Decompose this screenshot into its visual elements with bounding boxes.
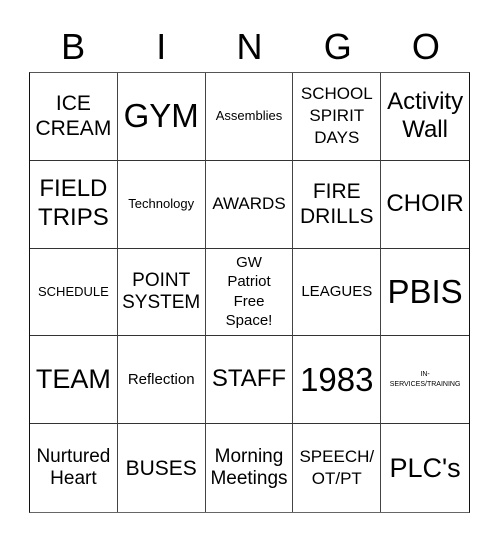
bingo-cell[interactable]: Morning Meetings xyxy=(206,424,294,512)
cell-text: PBIS xyxy=(387,273,463,311)
cell-text: GYM xyxy=(123,97,199,135)
bingo-cell[interactable]: Activity Wall xyxy=(381,73,469,161)
cell-text: IN- SERVICES/TRAINING xyxy=(389,370,461,388)
bingo-cell[interactable]: CHOIR xyxy=(381,161,469,249)
cell-text: Activity Wall xyxy=(387,87,464,144)
cell-text: SCHEDULE xyxy=(38,283,109,299)
bingo-cell[interactable]: Technology xyxy=(117,160,206,249)
cell-text: FIELD TRIPS xyxy=(38,175,109,232)
cell-text: LEAGUES xyxy=(301,283,373,301)
cell-text: FIRE DRILLS xyxy=(300,180,374,229)
header-letter-o: O xyxy=(411,26,440,67)
header-letter-g: G xyxy=(323,26,352,67)
bingo-cell[interactable]: SCHEDULE xyxy=(30,248,118,337)
bingo-cell[interactable]: SPEECH/ OT/PT xyxy=(293,424,382,512)
bingo-grid: ICE CREAM GYM Assemblies SCHOOL SPIRIT D… xyxy=(29,72,470,513)
cell-text: TEAM xyxy=(35,364,111,395)
bingo-cell[interactable]: Assemblies xyxy=(205,73,294,161)
bingo-cell[interactable]: FIRE DRILLS xyxy=(293,160,382,249)
bingo-cell[interactable]: SCHOOL SPIRIT DAYS xyxy=(293,73,382,161)
header-letter-b: B xyxy=(61,26,86,67)
bingo-cell[interactable]: AWARDS xyxy=(205,160,294,249)
header-letter-n: N xyxy=(236,26,263,67)
cell-text: Reflection xyxy=(127,371,195,389)
bingo-cell[interactable]: LEAGUES xyxy=(293,248,382,337)
bingo-cell[interactable]: IN- SERVICES/TRAINING xyxy=(381,336,469,425)
bingo-cell[interactable]: ICE CREAM xyxy=(30,73,118,161)
bingo-cell[interactable]: Nurtured Heart xyxy=(30,424,118,512)
bingo-cell[interactable]: STAFF xyxy=(205,336,294,425)
cell-text: ICE CREAM xyxy=(35,92,112,141)
free-space-cell[interactable]: GW Patriot Free Space! xyxy=(205,248,294,337)
cell-text: CHOIR xyxy=(386,189,464,217)
bingo-cell[interactable]: TEAM xyxy=(30,336,118,425)
cell-text: PLC's xyxy=(389,452,461,483)
cell-text: STAFF xyxy=(211,365,287,393)
bingo-header: B I N G O xyxy=(29,22,470,72)
bingo-cell[interactable]: BUSES xyxy=(118,424,206,512)
cell-text: Morning Meetings xyxy=(210,446,288,490)
bingo-cell[interactable]: Reflection xyxy=(117,336,206,425)
cell-text: POINT SYSTEM xyxy=(122,270,201,313)
cell-text: BUSES xyxy=(125,456,197,480)
cell-text: Assemblies xyxy=(215,107,283,123)
cell-text: Technology xyxy=(128,195,195,211)
cell-text: AWARDS xyxy=(212,194,286,214)
bingo-cell[interactable]: POINT SYSTEM xyxy=(117,248,206,337)
cell-text: 1983 xyxy=(300,360,374,398)
header-letter-i: I xyxy=(156,26,167,67)
cell-text: Nurtured Heart xyxy=(36,446,111,490)
cell-text: SCHOOL SPIRIT DAYS xyxy=(300,84,373,148)
cell-text: GW Patriot Free Space! xyxy=(225,253,273,330)
cell-text: SPEECH/ OT/PT xyxy=(299,447,375,489)
bingo-cell[interactable]: FIELD TRIPS xyxy=(30,160,118,249)
bingo-cell[interactable]: PLC's xyxy=(381,424,469,512)
bingo-cell[interactable]: 1983 xyxy=(293,336,382,425)
bingo-cell[interactable]: GYM xyxy=(117,73,206,161)
bingo-cell[interactable]: PBIS xyxy=(381,249,469,337)
